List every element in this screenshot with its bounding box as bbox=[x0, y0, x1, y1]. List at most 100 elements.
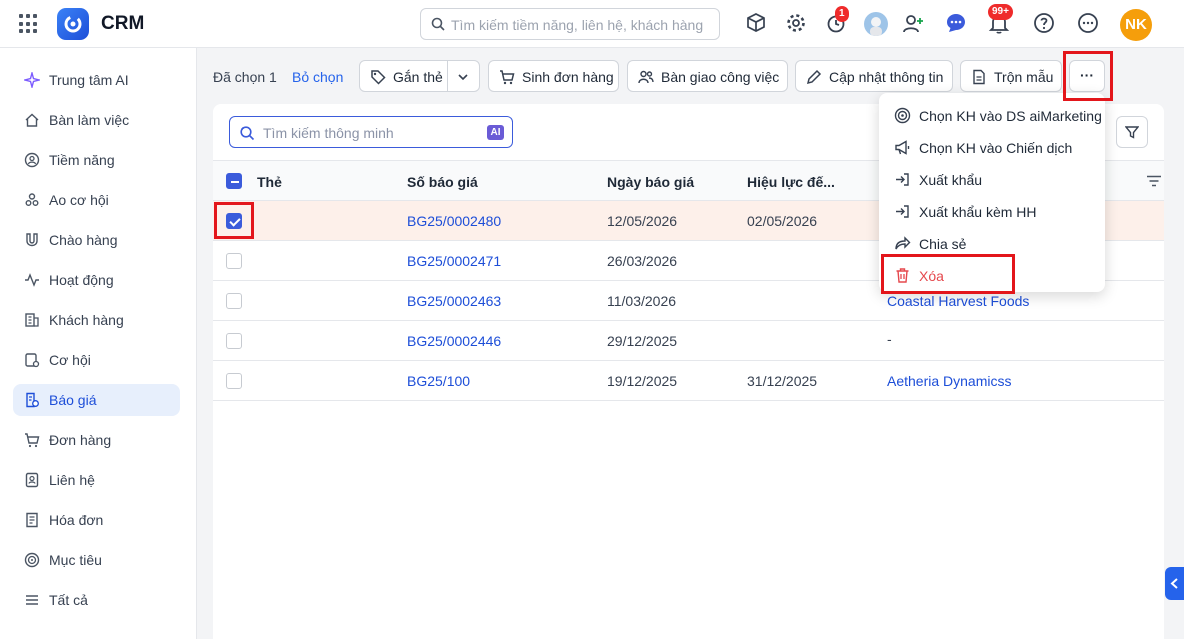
menu-item-label: Xuất khẩu kèm HH bbox=[919, 204, 1037, 220]
sidebar-item[interactable]: Tiềm năng bbox=[13, 144, 180, 176]
export-items-icon bbox=[896, 205, 909, 218]
more-options-icon[interactable] bbox=[1077, 12, 1101, 36]
box-search-icon[interactable] bbox=[745, 12, 769, 36]
sidebar-item-label: Chào hàng bbox=[49, 232, 118, 248]
update-info-label: Cập nhật thông tin bbox=[829, 69, 944, 85]
menu-item[interactable]: Xuất khẩu bbox=[879, 164, 1105, 196]
create-order-label: Sinh đơn hàng bbox=[522, 69, 614, 85]
assign-task-label: Bàn giao công việc bbox=[661, 69, 780, 85]
table-row[interactable]: BG25/0002446 29/12/2025 - bbox=[213, 321, 1164, 361]
menu-item-label: Chọn KH vào DS aiMarketing bbox=[919, 108, 1102, 124]
menu-item[interactable]: Chọn KH vào Chiến dịch bbox=[879, 132, 1105, 164]
global-search-input[interactable] bbox=[451, 15, 713, 35]
app-title: CRM bbox=[101, 13, 145, 34]
smart-search[interactable]: AI bbox=[229, 116, 513, 148]
sidebar-item-label: Tiềm năng bbox=[49, 152, 115, 168]
menu-item[interactable]: Chia sẻ bbox=[879, 228, 1105, 260]
menu-item[interactable]: Xuất khẩu kèm HH bbox=[879, 196, 1105, 228]
customer-name: - bbox=[887, 331, 892, 347]
users-icon bbox=[25, 193, 39, 206]
row-checkbox[interactable] bbox=[226, 213, 242, 229]
sidebar-item[interactable]: Hóa đơn bbox=[13, 504, 180, 536]
global-search[interactable] bbox=[420, 8, 720, 40]
building-icon bbox=[25, 313, 39, 327]
tag-icon bbox=[371, 70, 386, 85]
activity-icon bbox=[25, 273, 39, 287]
sidebar-item-label: Mục tiêu bbox=[49, 552, 102, 568]
customer-name[interactable]: Aetheria Dynamicss bbox=[887, 373, 1012, 389]
more-actions-button[interactable]: ··· bbox=[1069, 60, 1105, 92]
gear-icon[interactable] bbox=[785, 12, 809, 36]
quote-number-link[interactable]: BG25/0002463 bbox=[407, 293, 501, 309]
quote-number-link[interactable]: BG25/0002446 bbox=[407, 333, 501, 349]
sidebar-item[interactable]: Chào hàng bbox=[13, 224, 180, 256]
target-user-icon bbox=[24, 152, 40, 168]
sidebar-item[interactable]: Khách hàng bbox=[13, 304, 180, 336]
sidebar-item[interactable]: Tất cả bbox=[13, 584, 180, 616]
invoice-icon bbox=[26, 512, 38, 528]
sidebar-item-label: Bàn làm việc bbox=[49, 112, 130, 128]
smart-search-input[interactable] bbox=[263, 123, 473, 143]
update-info-button[interactable]: Cập nhật thông tin bbox=[795, 60, 953, 92]
cart-icon bbox=[25, 433, 40, 448]
customer-name[interactable]: Coastal Harvest Foods bbox=[887, 293, 1029, 309]
user-avatar[interactable]: NK bbox=[1120, 9, 1152, 41]
magnet-icon bbox=[26, 233, 38, 247]
sidebar-item[interactable]: Trung tâm AI bbox=[13, 64, 180, 96]
sidebar-item[interactable]: Hoạt động bbox=[13, 264, 180, 296]
row-checkbox[interactable] bbox=[226, 293, 242, 309]
chevron-down-icon[interactable] bbox=[457, 71, 469, 83]
trash-icon bbox=[896, 268, 909, 283]
sidebar-item[interactable]: Ao cơ hội bbox=[13, 184, 180, 216]
share-icon bbox=[895, 236, 911, 250]
column-header-valid-until[interactable]: Hiệu lực đế... bbox=[747, 174, 835, 190]
assistant-avatar[interactable] bbox=[864, 12, 888, 36]
export-icon bbox=[896, 173, 909, 186]
sidebar-item[interactable]: Bàn làm việc bbox=[13, 104, 180, 136]
row-checkbox[interactable] bbox=[226, 333, 242, 349]
create-order-button[interactable]: Sinh đơn hàng bbox=[488, 60, 619, 92]
sidebar-item[interactable]: Đơn hàng bbox=[13, 424, 180, 456]
column-settings-icon[interactable] bbox=[1146, 175, 1162, 187]
add-user-icon[interactable] bbox=[901, 12, 925, 36]
select-all-checkbox[interactable] bbox=[226, 173, 242, 189]
sidebar-item-label: Hoạt động bbox=[49, 272, 114, 288]
column-header-tag[interactable]: Thẻ bbox=[257, 174, 282, 190]
quote-icon bbox=[26, 392, 39, 408]
tag-button[interactable]: Gắn thẻ bbox=[359, 60, 480, 92]
quote-number-link[interactable]: BG25/0002480 bbox=[407, 213, 501, 229]
sidebar-item[interactable]: Mục tiêu bbox=[13, 544, 180, 576]
help-icon[interactable] bbox=[1033, 12, 1057, 36]
sidebar-item-label: Cơ hội bbox=[49, 352, 91, 368]
sparkle-icon bbox=[24, 72, 40, 88]
filter-button[interactable] bbox=[1116, 116, 1148, 148]
sidebar-item-label: Báo giá bbox=[49, 392, 97, 408]
app-grid-icon[interactable] bbox=[19, 14, 39, 34]
crm-logo bbox=[57, 8, 89, 40]
table-row[interactable]: BG25/100 19/12/2025 31/12/2025 Aetheria Dyn… bbox=[213, 361, 1164, 401]
row-checkbox[interactable] bbox=[226, 253, 242, 269]
column-header-number[interactable]: Số báo giá bbox=[407, 174, 478, 190]
users-icon bbox=[638, 70, 654, 84]
side-panel-toggle[interactable] bbox=[1165, 567, 1184, 600]
menu-item[interactable]: Xóa bbox=[879, 260, 1105, 292]
sidebar-item-label: Ao cơ hội bbox=[49, 192, 109, 208]
menu-item[interactable]: Chọn KH vào DS aiMarketing bbox=[879, 100, 1105, 132]
deselect-link[interactable]: Bỏ chọn bbox=[292, 69, 343, 85]
sidebar-item[interactable]: Báo giá bbox=[13, 384, 180, 416]
chat-icon[interactable] bbox=[945, 12, 969, 36]
quote-number-link[interactable]: BG25/100 bbox=[407, 373, 470, 389]
column-header-date[interactable]: Ngày báo giá bbox=[607, 174, 694, 190]
quote-number-link[interactable]: BG25/0002471 bbox=[407, 253, 501, 269]
sidebar-item[interactable]: Liên hệ bbox=[13, 464, 180, 496]
row-checkbox[interactable] bbox=[226, 373, 242, 389]
home-icon bbox=[25, 113, 39, 127]
assign-task-button[interactable]: Bàn giao công việc bbox=[627, 60, 788, 92]
megaphone-icon bbox=[895, 140, 910, 155]
contact-icon bbox=[25, 472, 39, 488]
sidebar-item[interactable]: Cơ hội bbox=[13, 344, 180, 376]
timer-badge: 1 bbox=[835, 6, 849, 22]
more-actions-menu: Chọn KH vào DS aiMarketing Chọn KH vào Ch… bbox=[879, 93, 1105, 292]
menu-item-label: Xuất khẩu bbox=[919, 172, 983, 188]
merge-template-button[interactable]: Trộn mẫu bbox=[960, 60, 1062, 92]
